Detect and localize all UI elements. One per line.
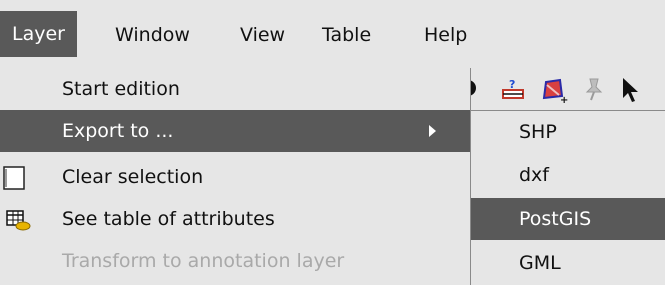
menu-layer[interactable]: Layer <box>0 11 77 57</box>
menu-item-transform-to-annotation-layer: Transform to annotation layer <box>0 240 470 282</box>
submenu-item-label: PostGIS <box>519 208 592 230</box>
menu-item-export-to[interactable]: Export to ... <box>0 110 470 152</box>
submenu-item-postgis[interactable]: PostGIS <box>471 198 665 240</box>
submenu-item-label: SHP <box>519 121 557 143</box>
menu-bar: Layer Window View Table Help <box>0 0 665 68</box>
menu-view[interactable]: View <box>228 15 297 55</box>
submenu-item-shp[interactable]: SHP <box>471 111 665 153</box>
menu-item-label: Clear selection <box>62 166 204 188</box>
submenu-item-label: GML <box>519 252 561 274</box>
layer-edit-icon[interactable]: ? <box>500 76 526 107</box>
menu-item-label: Export to ... <box>62 120 174 142</box>
submenu-item-label: dxf <box>519 164 549 186</box>
svg-text:?: ? <box>509 78 515 91</box>
export-submenu: SHP dxf PostGIS GML <box>470 110 665 285</box>
menu-item-clear-selection[interactable]: Clear selection <box>0 156 470 198</box>
layer-menu-dropdown: Start edition Export to ... Clear select… <box>0 68 471 284</box>
menu-item-label: See table of attributes <box>62 208 275 230</box>
toolbar: ? + <box>468 68 665 110</box>
menu-item-start-edition[interactable]: Start edition <box>0 68 470 110</box>
menu-help[interactable]: Help <box>412 15 479 55</box>
pointer-icon[interactable] <box>620 76 642 109</box>
submenu-arrow-icon <box>429 125 436 137</box>
menu-item-label: Start edition <box>62 78 180 100</box>
submenu-item-gml[interactable]: GML <box>471 242 665 284</box>
menu-item-label: Transform to annotation layer <box>62 250 345 272</box>
menu-item-see-table-of-attributes[interactable]: See table of attributes <box>0 198 470 240</box>
menu-window[interactable]: Window <box>103 15 202 55</box>
svg-text:+: + <box>560 95 568 104</box>
submenu-item-dxf[interactable]: dxf <box>471 154 665 196</box>
pin-icon[interactable] <box>582 76 606 107</box>
polygon-add-icon[interactable]: + <box>540 76 568 109</box>
menu-table[interactable]: Table <box>310 15 383 55</box>
